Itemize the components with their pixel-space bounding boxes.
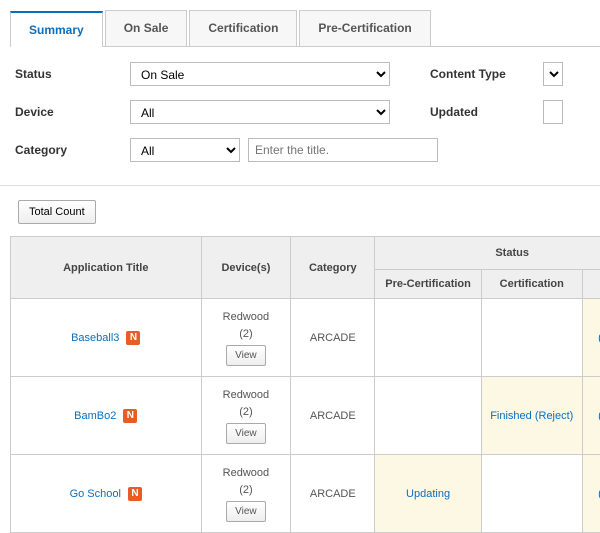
col-category: Category <box>291 237 375 299</box>
updated-input[interactable] <box>543 100 563 124</box>
app-title-cell[interactable]: Baseball3 N <box>11 299 202 377</box>
onsale-cell[interactable]: For S (Ready ang <box>582 377 600 455</box>
tab-summary[interactable]: Summary <box>10 11 103 47</box>
device-select[interactable]: All <box>130 100 390 124</box>
content-type-label: Content Type <box>430 67 535 81</box>
cert-cell[interactable]: Finished (Reject) <box>481 377 582 455</box>
content-type-select[interactable]: A <box>543 62 563 86</box>
device-cell: Redwood(2)View <box>201 377 291 455</box>
view-button[interactable]: View <box>226 501 266 522</box>
category-cell: ARCADE <box>291 299 375 377</box>
category-label: Category <box>15 143 130 157</box>
table-row: Baseball3 NRedwood(2)ViewARCADE For S (Re… <box>11 299 600 377</box>
tab-pre-certification[interactable]: Pre-Certification <box>299 10 430 46</box>
category-cell: ARCADE <box>291 377 375 455</box>
new-badge-icon: N <box>128 487 142 501</box>
cert-cell <box>481 455 582 533</box>
total-count-button[interactable]: Total Count <box>18 200 96 224</box>
col-status: Status <box>375 237 600 270</box>
cert-cell <box>481 299 582 377</box>
new-badge-icon: N <box>123 409 137 423</box>
apps-table: Application Title Device(s) Category Sta… <box>10 236 600 533</box>
tabs: Summary On Sale Certification Pre-Certif… <box>10 10 600 47</box>
col-devices: Device(s) <box>201 237 291 299</box>
app-title-cell[interactable]: Go School N <box>11 455 202 533</box>
precert-cell <box>375 377 482 455</box>
precert-cell[interactable]: Updating <box>375 455 482 533</box>
filters: Status On Sale Content Type A Device All… <box>0 47 600 181</box>
new-badge-icon: N <box>126 331 140 345</box>
title-input[interactable] <box>248 138 438 162</box>
app-title-cell[interactable]: BamBo2 N <box>11 377 202 455</box>
updated-label: Updated <box>430 105 535 119</box>
col-precert: Pre-Certification <box>375 270 482 299</box>
view-button[interactable]: View <box>226 345 266 366</box>
view-button[interactable]: View <box>226 423 266 444</box>
tab-certification[interactable]: Certification <box>189 10 297 46</box>
precert-cell <box>375 299 482 377</box>
device-label: Device <box>15 105 130 119</box>
category-select[interactable]: All <box>130 138 240 162</box>
divider <box>0 185 600 186</box>
onsale-cell[interactable]: Suspe (Ready ang <box>582 455 600 533</box>
status-label: Status <box>15 67 130 81</box>
col-cert: Certification <box>481 270 582 299</box>
tab-on-sale[interactable]: On Sale <box>105 10 188 46</box>
category-cell: ARCADE <box>291 455 375 533</box>
col-onsale: On S <box>582 270 600 299</box>
device-cell: Redwood(2)View <box>201 455 291 533</box>
table-row: Go School NRedwood(2)ViewARCADEUpdating S… <box>11 455 600 533</box>
onsale-cell[interactable]: For S (Ready ang <box>582 299 600 377</box>
status-select[interactable]: On Sale <box>130 62 390 86</box>
col-app-title: Application Title <box>11 237 202 299</box>
device-cell: Redwood(2)View <box>201 299 291 377</box>
table-row: BamBo2 NRedwood(2)ViewARCADE Finished (Re… <box>11 377 600 455</box>
